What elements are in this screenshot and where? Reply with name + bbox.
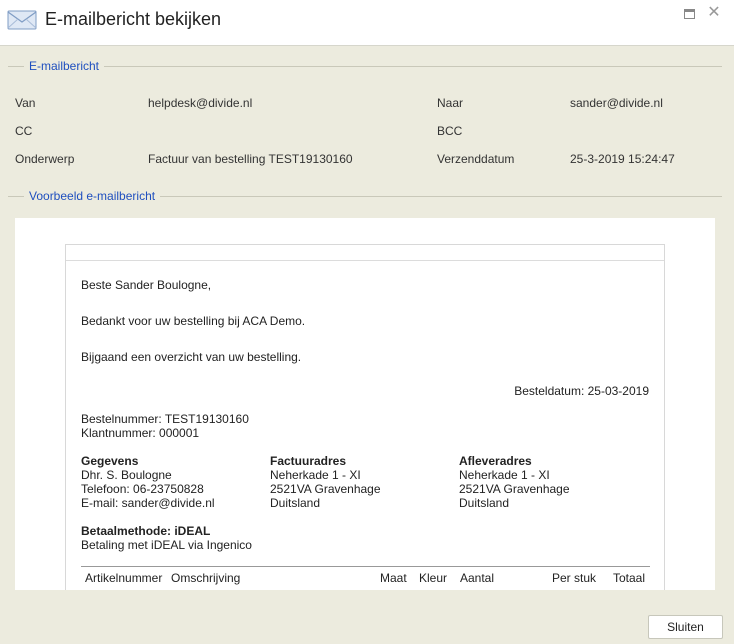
bcc-label: BCC [437,124,463,138]
from-label: Van [15,96,36,110]
details-email: E-mail: sander@divide.nl [81,496,215,510]
email-header-bar [66,245,664,261]
thanks-text: Bedankt voor uw bestelling bij ACA Demo. [81,314,306,328]
legend-divider [8,66,722,67]
window-title: E-mailbericht bekijken [45,9,222,29]
email-section-legend: E-mailbericht [8,58,722,74]
delivery-country: Duitsland [459,496,510,510]
customer-number: Klantnummer: 000001 [81,426,200,440]
sent-date-label: Verzenddatum [437,152,515,166]
maximize-icon[interactable] [684,9,695,19]
preview-section-legend: Voorbeeld e-mailbericht [8,188,722,204]
close-button[interactable]: Sluiten [648,615,723,639]
cc-label: CC [15,124,33,138]
table-top-border [81,566,650,567]
order-date: Besteldatum: 25-03-2019 [514,384,649,398]
email-body: Beste Sander Boulogne, Bedankt voor uw b… [65,244,665,590]
close-icon[interactable]: ✕ [707,5,721,21]
delivery-heading: Afleveradres [459,454,532,468]
col-header-color: Kleur [419,571,448,585]
preview-section-title: Voorbeeld e-mailbericht [24,188,161,204]
billing-country: Duitsland [270,496,321,510]
col-header-quantity: Aantal [460,571,495,585]
sent-date-value: 25-3-2019 15:24:47 [570,152,675,166]
details-name: Dhr. S. Boulogne [81,468,172,482]
billing-city: 2521VA Gravenhage [270,482,381,496]
delivery-city: 2521VA Gravenhage [459,482,570,496]
payment-text: Betaling met iDEAL via Ingenico [81,538,252,552]
to-label: Naar [437,96,464,110]
window-titlebar: E-mailbericht bekijken ✕ [0,0,734,46]
overview-text: Bijgaand een overzicht van uw bestelling… [81,350,302,364]
email-section-title: E-mailbericht [24,58,105,74]
subject-value: Factuur van bestelling TEST19130160 [148,152,353,166]
billing-heading: Factuuradres [270,454,347,468]
greeting-text: Beste Sander Boulogne, [81,278,212,292]
order-number: Bestelnummer: TEST19130160 [81,412,249,426]
delivery-street: Neherkade 1 - XI [459,468,550,482]
email-preview-pane[interactable]: Beste Sander Boulogne, Bedankt voor uw b… [15,218,715,590]
col-header-total: Totaal [613,571,646,585]
to-value: sander@divide.nl [570,96,663,110]
subject-label: Onderwerp [15,152,75,166]
col-header-article-number: Artikelnummer [85,571,163,585]
envelope-icon [7,10,37,30]
col-header-unit-price: Per stuk [552,571,597,585]
col-header-description: Omschrijving [171,571,241,585]
payment-heading: Betaalmethode: iDEAL [81,524,211,538]
billing-street: Neherkade 1 - XI [270,468,361,482]
details-heading: Gegevens [81,454,139,468]
details-phone: Telefoon: 06-23750828 [81,482,204,496]
from-value: helpdesk@divide.nl [148,96,253,110]
col-header-size: Maat [380,571,407,585]
